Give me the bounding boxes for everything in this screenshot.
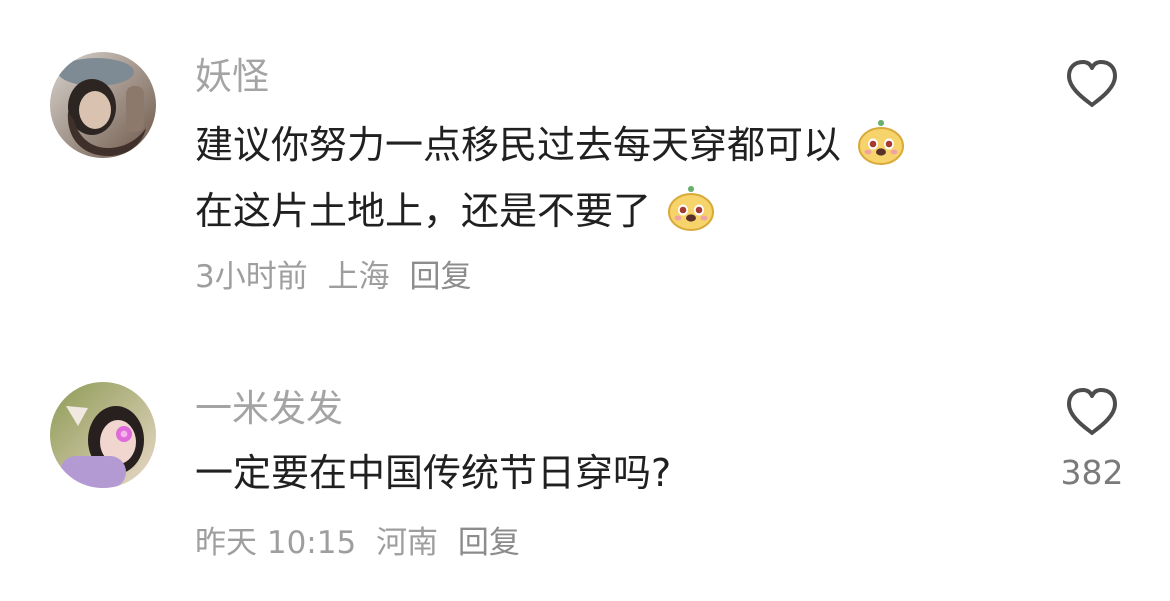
heart-outline-icon [1067, 388, 1117, 435]
heart-outline-icon [1067, 60, 1117, 107]
reply-button[interactable]: 回复 [409, 259, 471, 295]
comment-text-line: 在这片土地上，还是不要了 [195, 185, 717, 234]
comment-location: 上海 [327, 259, 390, 295]
avatar[interactable] [50, 52, 156, 158]
comment-meta: 3小时前 上海 回复 [195, 262, 481, 293]
comment-meta: 昨天 10:15 河南 回复 [195, 528, 530, 559]
comment-section: { "comments": [ { "username": "妖怪", "lin… [0, 0, 1170, 601]
dog-face-emoji-icon [855, 116, 907, 168]
comment-item: 妖怪 建议你努力一点移民过去每天穿都可以 在这片土地上，还是不要了 3小时前 上… [0, 0, 1170, 330]
comment-text-line: 建议你努力一点移民过去每天穿都可以 [195, 119, 907, 168]
reply-button[interactable]: 回复 [458, 525, 520, 561]
comment-line-2: 在这片土地上，还是不要了 [195, 189, 652, 233]
username[interactable]: 妖怪 [195, 58, 269, 95]
comment-location: 河南 [376, 525, 439, 561]
dog-face-emoji-icon [665, 182, 717, 234]
like-button[interactable] [1063, 386, 1121, 438]
avatar[interactable] [50, 382, 156, 488]
comment-time: 3小时前 [195, 259, 308, 295]
user-photo-icon [50, 382, 156, 488]
comment-line-1: 建议你努力一点移民过去每天穿都可以 [195, 123, 842, 167]
comment-text-line: 一定要在中国传统节日穿吗? [195, 451, 672, 495]
comment-time: 昨天 10:15 [195, 525, 357, 561]
like-count: 382 [1060, 453, 1124, 492]
comment-item: 一米发发 一定要在中国传统节日穿吗? 昨天 10:15 河南 回复 382 [0, 330, 1170, 601]
username[interactable]: 一米发发 [195, 390, 343, 427]
user-photo-icon [50, 52, 156, 158]
like-button[interactable] [1063, 58, 1121, 110]
